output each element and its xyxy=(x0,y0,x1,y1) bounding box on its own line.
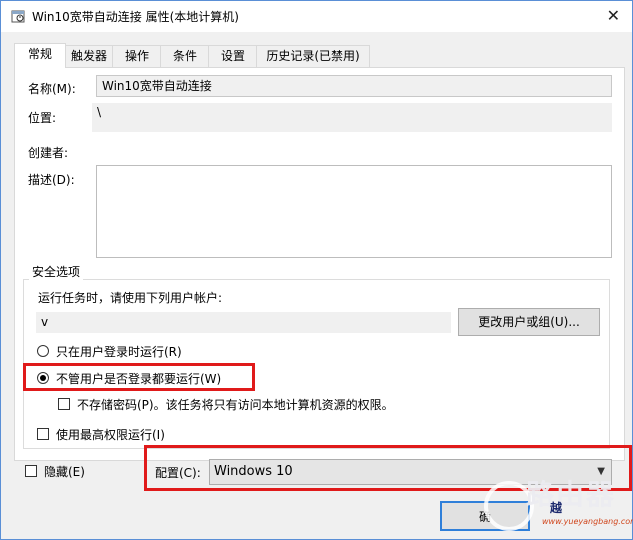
watermark-url: www.yueyangbang.com xyxy=(542,517,633,526)
user-account-field: v xyxy=(36,312,451,333)
name-label: 名称(M): xyxy=(28,82,76,96)
run-whether-logged-on-radio[interactable] xyxy=(37,372,49,384)
name-field[interactable]: Win10宽带自动连接 xyxy=(96,75,612,97)
window-title: Win10宽带自动连接 属性(本地计算机) xyxy=(32,10,239,24)
description-label: 描述(D): xyxy=(28,173,75,187)
run-whether-logged-on-label[interactable]: 不管用户是否登录都要运行(W) xyxy=(56,370,221,387)
tab-settings[interactable]: 设置 xyxy=(208,45,258,67)
config-label: 配置(C): xyxy=(155,466,201,480)
properties-dialog: Win10宽带自动连接 属性(本地计算机) ✕ 常规 触发器 操作 条件 设置 … xyxy=(0,0,633,540)
author-label: 创建者: xyxy=(28,146,69,160)
tab-actions[interactable]: 操作 xyxy=(112,45,162,67)
description-field[interactable] xyxy=(96,165,612,258)
location-value: \ xyxy=(92,103,612,132)
run-as-prompt: 运行任务时，请使用下列用户帐户: xyxy=(38,291,223,305)
config-select-value: Windows 10 xyxy=(214,464,293,479)
title-bar: Win10宽带自动连接 属性(本地计算机) ✕ xyxy=(1,1,632,32)
close-icon[interactable]: ✕ xyxy=(607,6,620,25)
location-label: 位置: xyxy=(28,111,57,125)
watermark: 路由器 越 www.yueyangbang.com xyxy=(484,477,633,537)
watermark-site-name: 越 xyxy=(550,501,563,515)
no-store-password-label[interactable]: 不存储密码(P)。该任务将只有访问本地计算机资源的权限。 xyxy=(77,396,394,413)
tab-triggers[interactable]: 触发器 xyxy=(64,45,114,67)
security-options-title: 安全选项 xyxy=(29,263,84,280)
task-scheduler-icon xyxy=(11,10,25,23)
highest-privileges-checkbox[interactable] xyxy=(37,428,49,440)
hidden-checkbox[interactable] xyxy=(25,465,37,477)
hidden-label[interactable]: 隐藏(E) xyxy=(44,463,85,480)
tab-general[interactable]: 常规 xyxy=(14,43,66,68)
tab-conditions[interactable]: 条件 xyxy=(160,45,210,67)
run-only-logged-on-radio[interactable] xyxy=(37,345,49,357)
no-store-password-checkbox[interactable] xyxy=(58,398,70,410)
tab-history[interactable]: 历史记录(已禁用) xyxy=(256,45,370,67)
highest-privileges-label[interactable]: 使用最高权限运行(I) xyxy=(56,426,165,443)
run-only-logged-on-label[interactable]: 只在用户登录时运行(R) xyxy=(56,343,182,360)
change-user-button[interactable]: 更改用户或组(U)... xyxy=(458,308,600,336)
watermark-big-text: 路由器 xyxy=(526,478,617,511)
